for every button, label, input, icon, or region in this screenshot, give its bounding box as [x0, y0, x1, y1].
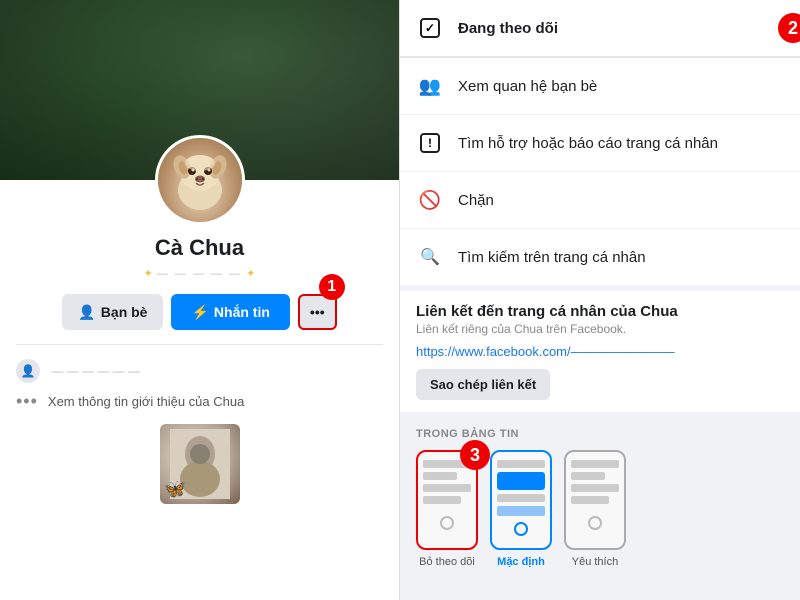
menu-item-block[interactable]: 🚫 Chặn	[400, 172, 800, 229]
sparkle-right: ✦	[246, 267, 255, 280]
phone-circle-3	[588, 516, 602, 530]
friend-icon: 👤	[78, 304, 95, 321]
phone-line-d2-blue	[497, 472, 545, 490]
block-label: Chặn	[458, 192, 494, 209]
menu-item-following[interactable]: ✓ Đang theo dõi 2	[400, 0, 800, 58]
phone-mockup-favorite	[564, 450, 626, 550]
feed-section: TRONG BẢNG TIN 3 Bỏ theo dõi	[400, 418, 800, 574]
link-url: https://www.facebook.com/————————	[416, 344, 784, 359]
phone-line-d1	[497, 460, 545, 468]
see-intro-text: Xem thông tin giới thiệu của Chua	[48, 394, 244, 409]
block-icon: 🚫	[416, 186, 444, 214]
phone-circle-1	[440, 516, 454, 530]
divider	[16, 344, 383, 345]
phone-line-4	[423, 496, 461, 504]
left-panel: Cà Chua ✦ — — — — — ✦ 👤 Bạn bè ⚡ Nhắn ti…	[0, 0, 400, 600]
right-panel: ✓ Đang theo dõi 2 👥 Xem quan hệ bạn bè !…	[400, 0, 800, 600]
phone-line-f4	[571, 496, 609, 504]
number-badge-3: 3	[460, 440, 490, 470]
friend-button[interactable]: 👤 Bạn bè	[62, 294, 163, 330]
message-label: Nhắn tin	[214, 304, 270, 320]
info-avatar-icon: 👤	[16, 359, 40, 383]
butterfly-icon: 🦋	[164, 479, 186, 500]
feed-section-label: TRONG BẢNG TIN	[416, 428, 784, 440]
more-button[interactable]: ••• 1	[298, 294, 337, 330]
copy-link-label: Sao chép liên kết	[430, 377, 536, 392]
search-label: Tìm kiếm trên trang cá nhân	[458, 249, 646, 266]
thumbnail-photo: 🦋	[160, 424, 240, 504]
unfollow-label: Bỏ theo dõi	[419, 556, 475, 568]
people-icon: 👥	[416, 72, 444, 100]
avatar-inner	[158, 138, 242, 222]
phone-mockup-default	[490, 450, 552, 550]
feed-options: 3 Bỏ theo dõi Mặc định	[416, 450, 784, 568]
friend-label: Bạn bè	[101, 304, 148, 320]
phone-line-f1	[571, 460, 619, 468]
phone-circle-2	[514, 522, 528, 536]
following-label: Đang theo dõi	[458, 20, 558, 37]
sparkle-left: ✦	[144, 267, 153, 280]
profile-name: Cà Chua	[155, 235, 244, 261]
number-badge-1: 1	[319, 274, 345, 300]
default-label: Mặc định	[497, 556, 545, 568]
warning-icon: !	[416, 129, 444, 157]
phone-line-f2	[571, 472, 605, 480]
favorite-label: Yêu thích	[572, 556, 618, 568]
message-button[interactable]: ⚡ Nhắn tin	[171, 294, 289, 330]
search-icon: 🔍	[416, 243, 444, 271]
cover-photo	[0, 0, 399, 180]
messenger-icon: ⚡	[191, 304, 208, 321]
menu-section: ✓ Đang theo dõi 2 👥 Xem quan hệ bạn bè !…	[400, 0, 800, 285]
phone-line-f3	[571, 484, 619, 492]
phone-line-d3	[497, 494, 545, 502]
report-label: Tìm hỗ trợ hoặc báo cáo trang cá nhân	[458, 135, 718, 152]
feed-option-favorite[interactable]: Yêu thích	[564, 450, 626, 568]
check-box-icon: ✓	[416, 14, 444, 42]
three-dots-left: •••	[16, 391, 38, 412]
number-badge-2: 2	[778, 13, 800, 43]
menu-item-report[interactable]: ! Tìm hỗ trợ hoặc báo cáo trang cá nhân	[400, 115, 800, 172]
link-subtitle: Liên kết riêng của Chua trên Facebook.	[416, 322, 784, 336]
info-row-blur: 👤 ‎‎‎ — — — — — —	[16, 355, 383, 387]
feed-option-default[interactable]: Mặc định	[490, 450, 552, 568]
action-buttons: 👤 Bạn bè ⚡ Nhắn tin ••• 1	[16, 294, 383, 330]
link-section: Liên kết đến trang cá nhân của Chua Liên…	[400, 291, 800, 412]
menu-item-search[interactable]: 🔍 Tìm kiếm trên trang cá nhân	[400, 229, 800, 285]
feed-option-unfollow[interactable]: 3 Bỏ theo dõi	[416, 450, 478, 568]
link-title: Liên kết đến trang cá nhân của Chua	[416, 303, 784, 320]
profile-avatar	[155, 135, 245, 225]
checkmark-box: ✓	[420, 18, 440, 38]
info-row-dots: ••• Xem thông tin giới thiệu của Chua	[16, 387, 383, 416]
phone-line-d4-blue	[497, 506, 545, 516]
menu-item-relationship[interactable]: 👥 Xem quan hệ bạn bè	[400, 58, 800, 115]
info-blur-text: ‎‎‎ — — — — — —	[48, 364, 140, 378]
profile-content: Cà Chua ✦ — — — — — ✦ 👤 Bạn bè ⚡ Nhắn ti…	[0, 235, 399, 516]
copy-link-button[interactable]: Sao chép liên kết	[416, 369, 550, 400]
more-dots: •••	[310, 304, 325, 320]
phone-line-3	[423, 484, 471, 492]
tagline-dashes: — — — — —	[157, 268, 242, 280]
phone-line-2	[423, 472, 457, 480]
relationship-label: Xem quan hệ bạn bè	[458, 78, 597, 95]
profile-tagline: ✦ — — — — — ✦	[144, 267, 256, 280]
dog-avatar-svg	[165, 145, 235, 215]
